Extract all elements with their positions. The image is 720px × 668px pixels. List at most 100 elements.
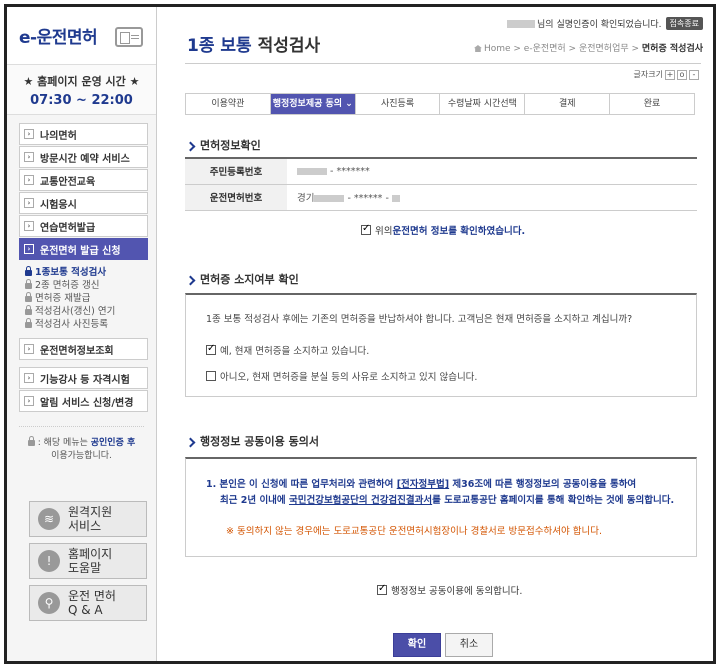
consent-text: 를 도로교통공단 홈페이지를 통해 확인하는 것에 동의합니다. — [432, 495, 675, 506]
confirm-button[interactable]: 확인 — [393, 633, 441, 657]
service-label-line: 홈페이지 — [68, 547, 113, 561]
wifi-icon: ≋ — [38, 508, 60, 530]
font-decrease-button[interactable]: - — [689, 69, 699, 80]
consent-text-line2: 최근 2년 이내에 국민건강보험공단의 건강검진결과서를 도로교통공단 홈페이지… — [206, 493, 696, 509]
breadcrumb: Home > e-운전면허 > 운전면허업무 > 면허증 적성검사 — [473, 41, 703, 54]
service-label-line: 도움말 — [68, 561, 102, 575]
license-qna-button[interactable]: ⚲ 운전 면허 Q & A — [29, 585, 147, 621]
tab-pickup-time[interactable]: 수령날짜 시간선택 — [440, 94, 526, 114]
homepage-help-button[interactable]: ! 홈페이지 도움말 — [29, 543, 147, 579]
sidebar-item-label: 알림 서비스 신청/변경 — [40, 397, 134, 409]
option-no-checkbox[interactable] — [206, 371, 216, 381]
breadcrumb-item[interactable]: e-운전면허 — [524, 44, 566, 54]
notice-text: 이용가능합니다. — [51, 451, 112, 461]
font-size-label: 글자크기 — [633, 70, 663, 79]
breadcrumb-home[interactable]: Home — [484, 44, 511, 54]
font-increase-button[interactable]: + — [665, 69, 675, 80]
submenu-label: 면허증 재발급 — [35, 293, 91, 304]
chevron-right-icon: › — [24, 221, 34, 231]
submenu-item-renewal[interactable]: 2종 면허증 갱신 — [25, 278, 156, 292]
window-frame: e-운전면허 ★ 홈페이지 운영 시간 ★ 07:30 ~ 22:00 › 나의면… — [4, 4, 716, 664]
option-yes: 예, 현재 면허증을 소지하고 있습니다. — [206, 343, 696, 357]
submenu-item-postpone[interactable]: 적성검사(갱신) 연기 — [25, 304, 156, 318]
license-card-icon — [115, 27, 143, 47]
consent-agree-label: 행정정보 공동이용에 동의합니다. — [391, 586, 523, 597]
consent-document: 국민건강보험공단의 건강검진결과서 — [288, 495, 433, 506]
consent-text: 최근 2년 이내에 — [220, 495, 289, 506]
remote-support-button[interactable]: ≋ 원격지원 서비스 — [29, 501, 147, 537]
service-label-line: 원격지원 — [68, 505, 113, 519]
option-yes-checkbox[interactable] — [206, 343, 216, 355]
logo-area[interactable]: e-운전면허 — [7, 7, 156, 65]
resident-number-value: - ******* — [330, 165, 370, 177]
submenu-item-reissue[interactable]: 면허증 재발급 — [25, 291, 156, 305]
section-title-license-info: 면허정보확인 — [187, 137, 261, 153]
service-label-line: 서비스 — [68, 519, 102, 533]
submenu-label: 적성검사 사진등록 — [35, 319, 108, 330]
confirm-text: 를 확인하였습니다. — [448, 226, 526, 237]
chevron-right-icon: › — [24, 198, 34, 208]
breadcrumb-current: 면허증 적성검사 — [641, 44, 703, 54]
sidebar-item-my-license[interactable]: › 나의면허 — [19, 123, 148, 145]
submenu-item-photo-register[interactable]: 적성검사 사진등록 — [25, 317, 156, 331]
chevron-right-icon: › — [24, 152, 34, 162]
sidebar-item-license-info[interactable]: › 운전면허정보조회 — [19, 338, 148, 360]
sidebar-item-label: 시험응시 — [40, 199, 77, 211]
table-row: 주민등록번호 - ******* — [185, 158, 697, 185]
row-value: - ******* — [287, 158, 697, 185]
option-no-label: 아니오, 현재 면허증을 분실 등의 사유로 소지하고 있지 않습니다. — [220, 372, 478, 383]
tab-photo[interactable]: 사진등록 — [355, 94, 441, 114]
logout-button[interactable]: 접속종료 — [665, 17, 703, 30]
search-icon: ⚲ — [38, 592, 60, 614]
sidebar-item-label: 운전면허정보조회 — [40, 345, 114, 357]
sidebar-item-instructor-exam[interactable]: › 기능강사 등 자격시험 — [19, 367, 148, 389]
tab-complete[interactable]: 완료 — [610, 94, 694, 114]
divider — [185, 63, 701, 64]
tab-payment[interactable]: 결제 — [525, 94, 611, 114]
sidebar-menu: › 나의면허 › 방문시간 예약 서비스 › 교통안전교육 › 시험응시 › 연습면허발급… — [7, 123, 156, 412]
auth-notice: : 해당 메뉴는 공인인증 후 이용가능합니다. — [19, 426, 144, 463]
main-content: 님의 실명인증이 확인되었습니다. 접속종료 1종 보통 적성검사 Home >… — [157, 7, 713, 661]
sidebar-item-label: 기능강사 등 자격시험 — [40, 374, 130, 386]
tab-terms[interactable]: 이용약관 — [186, 94, 271, 114]
service-label-line: Q & A — [68, 603, 103, 617]
cancel-button[interactable]: 취소 — [445, 633, 493, 657]
license-number-value: - ****** - — [347, 193, 389, 204]
sidebar-item-notification[interactable]: › 알림 서비스 신청/변경 — [19, 390, 148, 412]
tab-admin-info-consent[interactable]: 행정정보제공 동의 ⌄ — [270, 94, 356, 114]
submenu-label: 2종 면허증 갱신 — [35, 280, 100, 291]
user-status: 님의 실명인증이 확인되었습니다. 접속종료 — [507, 17, 703, 30]
consent-agree-checkbox[interactable] — [377, 583, 387, 595]
masked-value — [391, 195, 400, 202]
submenu-label: 1종보통 적성검사 — [35, 267, 107, 278]
sidebar-item-visit-reservation[interactable]: › 방문시간 예약 서비스 — [19, 146, 148, 168]
option-yes-label: 예, 현재 면허증을 소지하고 있습니다. — [220, 346, 370, 357]
logo-text: e-운전면허 — [19, 28, 98, 48]
sidebar-item-test-application[interactable]: › 시험응시 — [19, 192, 148, 214]
alert-icon: ! — [38, 550, 60, 572]
operating-hours: ★ 홈페이지 운영 시간 ★ 07:30 ~ 22:00 — [7, 65, 156, 115]
font-size-control: 글자크기 + o - — [634, 69, 699, 80]
confirm-highlight: 운전면허 정보 — [392, 226, 449, 237]
chevron-right-icon: › — [24, 175, 34, 185]
submenu-label: 적성검사(갱신) 연기 — [35, 306, 116, 317]
section-title-possession: 면허증 소지여부 확인 — [187, 271, 299, 287]
breadcrumb-item[interactable]: 운전면허업무 — [579, 44, 629, 54]
possession-box: 1종 보통 적성검사 후에는 기존의 면허증을 반납하셔야 합니다. 고객님은 … — [185, 293, 697, 397]
notice-highlight: 공인인증 후 — [90, 438, 136, 448]
submenu-item-aptitude-test[interactable]: 1종보통 적성검사 — [25, 265, 156, 279]
row-label: 운전면허번호 — [185, 184, 287, 211]
sidebar-item-practice-license[interactable]: › 연습면허발급 — [19, 215, 148, 237]
chevron-right-icon: › — [24, 344, 34, 354]
chevron-right-icon: › — [24, 396, 34, 406]
option-no: 아니오, 현재 면허증을 분실 등의 사유로 소지하고 있지 않습니다. — [206, 369, 696, 383]
license-info-confirm-checkbox[interactable] — [361, 223, 371, 235]
step-tabs: 이용약관 행정정보제공 동의 ⌄ 사진등록 수령날짜 시간선택 결제 완료 — [185, 93, 695, 115]
possession-question: 1종 보통 적성검사 후에는 기존의 면허증을 반납하셔야 합니다. 고객님은 … — [206, 314, 633, 325]
service-label: 운전 면허 Q & A — [68, 589, 116, 617]
submenu: 1종보통 적성검사 2종 면허증 갱신 면허증 재발급 적성검사(갱신) 연기 … — [7, 260, 156, 337]
sidebar-item-license-issuance[interactable]: › 운전면허 발급 신청 — [19, 238, 148, 260]
sidebar-item-traffic-safety-education[interactable]: › 교통안전교육 — [19, 169, 148, 191]
font-reset-button[interactable]: o — [677, 69, 687, 80]
consent-law: [전자정부법] — [396, 479, 450, 490]
